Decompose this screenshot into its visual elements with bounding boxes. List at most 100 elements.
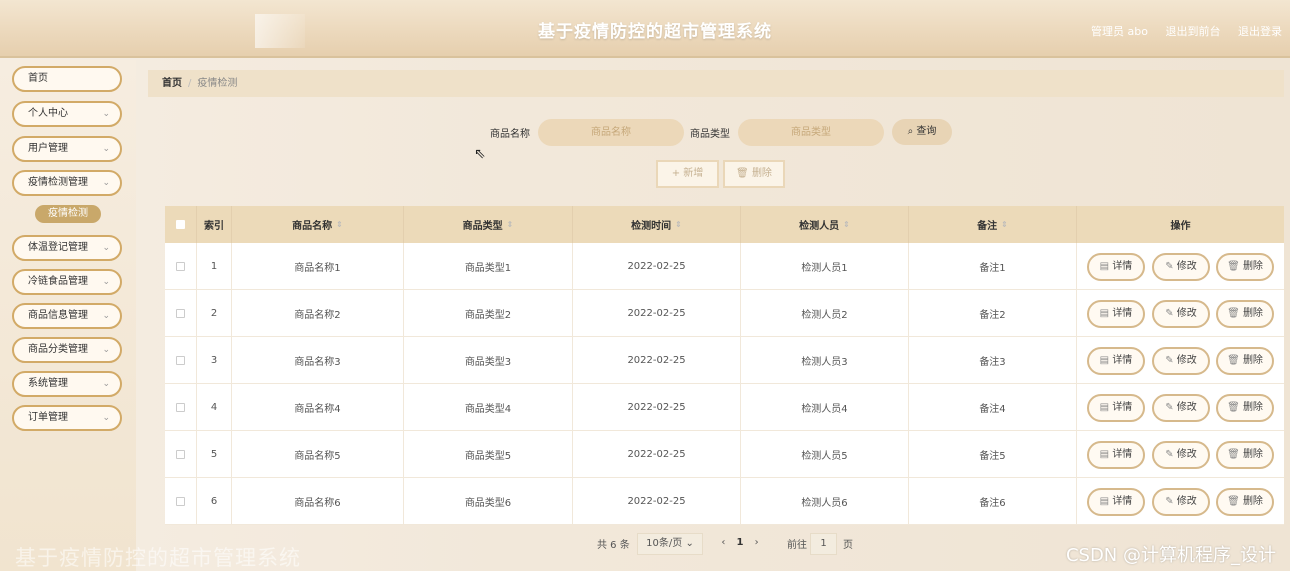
cell-inspector: 检测人员2 — [741, 290, 909, 336]
detail-button[interactable]: ▤ 详情 — [1087, 394, 1145, 422]
cell-remark: 备注3 — [909, 337, 1077, 383]
detail-button[interactable]: ▤ 详情 — [1087, 488, 1145, 516]
pager-nav: ‹ 1 › — [713, 533, 767, 555]
goto-input[interactable]: 1 — [810, 533, 837, 555]
sidebar-item-home[interactable]: 首页 — [12, 66, 122, 92]
detail-button[interactable]: ▤ 详情 — [1087, 347, 1145, 375]
page-size-select[interactable]: 10条/页 ⌄ — [637, 533, 703, 555]
cell-operations: ▤ 详情 ✎ 修改 🗑︎ 删除 — [1077, 243, 1284, 289]
row-select-cell — [165, 431, 197, 477]
sidebar-item-system[interactable]: 系统管理 ⌄ — [12, 371, 122, 397]
table-row: 4 商品名称4 商品类型4 2022-02-25 检测人员4 备注4 ▤ 详情 ✎ 修改 🗑︎ … — [165, 384, 1284, 431]
cell-index: 6 — [197, 478, 232, 524]
header-check-time[interactable]: 检测时间 ⇕ — [573, 206, 741, 243]
detail-icon: ▤ — [1099, 261, 1113, 272]
sidebar-item-users[interactable]: 用户管理 ⌄ — [12, 136, 122, 162]
delete-button-label: 删除 — [1242, 355, 1263, 366]
cell-index: 4 — [197, 384, 232, 430]
page-unit: 页 — [843, 540, 853, 551]
edit-button[interactable]: ✎ 修改 — [1152, 488, 1210, 516]
search-name-input[interactable]: 商品名称 — [538, 119, 684, 146]
back-front-link[interactable]: 退出到前台 — [1166, 25, 1221, 38]
sidebar-item-temperature[interactable]: 体温登记管理 ⌄ — [12, 235, 122, 261]
row-select-cell — [165, 243, 197, 289]
edit-button[interactable]: ✎ 修改 — [1152, 347, 1210, 375]
edit-icon: ✎ — [1165, 496, 1177, 507]
cell-operations: ▤ 详情 ✎ 修改 🗑︎ 删除 — [1077, 290, 1284, 336]
sidebar-item-label: 首页 — [28, 73, 48, 84]
cell-inspector: 检测人员3 — [741, 337, 909, 383]
next-page-button[interactable]: › — [755, 537, 759, 548]
table-row: 3 商品名称3 商品类型3 2022-02-25 检测人员3 备注3 ▤ 详情 ✎ 修改 🗑︎ … — [165, 337, 1284, 384]
delete-button[interactable]: 🗑︎ 删除 — [1216, 300, 1274, 328]
cell-inspector: 检测人员4 — [741, 384, 909, 430]
logout-link[interactable]: 退出登录 — [1238, 25, 1282, 38]
search-type-label: 商品类型 — [690, 129, 730, 140]
trash-icon: 🗑︎ — [1227, 355, 1243, 366]
row-checkbox[interactable] — [176, 496, 185, 506]
batch-delete-button[interactable]: 🗑︎ 删除 — [723, 160, 785, 188]
row-checkbox[interactable] — [176, 355, 185, 365]
cell-index: 5 — [197, 431, 232, 477]
edit-button[interactable]: ✎ 修改 — [1152, 300, 1210, 328]
delete-button[interactable]: 🗑︎ 删除 — [1216, 394, 1274, 422]
prev-page-button[interactable]: ‹ — [721, 537, 725, 548]
header-inspector[interactable]: 检测人员 ⇕ — [741, 206, 909, 243]
header-remark[interactable]: 备注 ⇕ — [909, 206, 1077, 243]
edit-button[interactable]: ✎ 修改 — [1152, 394, 1210, 422]
sort-icon: ⇕ — [336, 220, 343, 229]
detail-button-label: 详情 — [1112, 308, 1133, 319]
goto-label: 前往 — [787, 540, 807, 551]
chevron-down-icon: ⌄ — [102, 144, 110, 154]
query-label: 查询 — [916, 126, 937, 137]
detail-button[interactable]: ▤ 详情 — [1087, 441, 1145, 469]
sidebar-item-personal[interactable]: 个人中心 ⌄ — [12, 101, 122, 127]
edit-button[interactable]: ✎ 修改 — [1152, 253, 1210, 281]
sidebar-item-goods-info[interactable]: 商品信息管理 ⌄ — [12, 303, 122, 329]
sidebar-item-epidemic[interactable]: 疫情检测管理 ⌄ — [12, 170, 122, 196]
cell-operations: ▤ 详情 ✎ 修改 🗑︎ 删除 — [1077, 478, 1284, 524]
header-goods-name[interactable]: 商品名称 ⇕ — [232, 206, 404, 243]
current-page[interactable]: 1 — [737, 537, 744, 548]
delete-button[interactable]: 🗑︎ 删除 — [1216, 441, 1274, 469]
select-all-checkbox[interactable] — [176, 220, 185, 229]
add-button[interactable]: + 新增 — [656, 160, 719, 188]
sidebar-item-label: 商品分类管理 — [28, 344, 88, 355]
sidebar-item-orders[interactable]: 订单管理 ⌄ — [12, 405, 122, 431]
delete-button[interactable]: 🗑︎ 删除 — [1216, 347, 1274, 375]
cell-remark: 备注5 — [909, 431, 1077, 477]
row-checkbox[interactable] — [176, 261, 185, 271]
row-checkbox[interactable] — [176, 308, 185, 318]
row-checkbox[interactable] — [176, 449, 185, 459]
delete-button-label: 删除 — [1242, 496, 1263, 507]
cell-remark: 备注4 — [909, 384, 1077, 430]
cell-goods-name: 商品名称6 — [232, 478, 404, 524]
query-button[interactable]: ⌕ 查询 — [892, 119, 952, 145]
delete-button[interactable]: 🗑︎ 删除 — [1216, 253, 1274, 281]
cell-goods-name: 商品名称1 — [232, 243, 404, 289]
sidebar-item-cold-chain[interactable]: 冷链食品管理 ⌄ — [12, 269, 122, 295]
breadcrumb-home[interactable]: 首页 — [162, 78, 182, 89]
detail-button-label: 详情 — [1112, 261, 1133, 272]
cell-remark: 备注6 — [909, 478, 1077, 524]
edit-button[interactable]: ✎ 修改 — [1152, 441, 1210, 469]
detail-button[interactable]: ▤ 详情 — [1087, 300, 1145, 328]
search-name-label: 商品名称 — [490, 129, 530, 140]
cell-index: 2 — [197, 290, 232, 336]
edit-button-label: 修改 — [1176, 261, 1197, 272]
header-goods-type[interactable]: 商品类型 ⇕ — [404, 206, 573, 243]
sidebar-sub-epidemic-check[interactable]: 疫情检测 — [35, 205, 101, 223]
row-checkbox[interactable] — [176, 402, 185, 412]
cell-goods-type: 商品类型2 — [404, 290, 573, 336]
search-type-input[interactable]: 商品类型 — [738, 119, 884, 146]
chevron-down-icon: ⌄ — [102, 413, 110, 423]
batch-delete-label: 删除 — [751, 168, 772, 179]
detail-icon: ▤ — [1099, 402, 1113, 413]
table-row: 6 商品名称6 商品类型6 2022-02-25 检测人员6 备注6 ▤ 详情 ✎ 修改 🗑︎ … — [165, 478, 1284, 525]
detail-button[interactable]: ▤ 详情 — [1087, 253, 1145, 281]
delete-button-label: 删除 — [1242, 402, 1263, 413]
delete-button[interactable]: 🗑︎ 删除 — [1216, 488, 1274, 516]
row-select-cell — [165, 384, 197, 430]
header-label: 检测人员 — [799, 221, 840, 232]
sidebar-item-goods-category[interactable]: 商品分类管理 ⌄ — [12, 337, 122, 363]
